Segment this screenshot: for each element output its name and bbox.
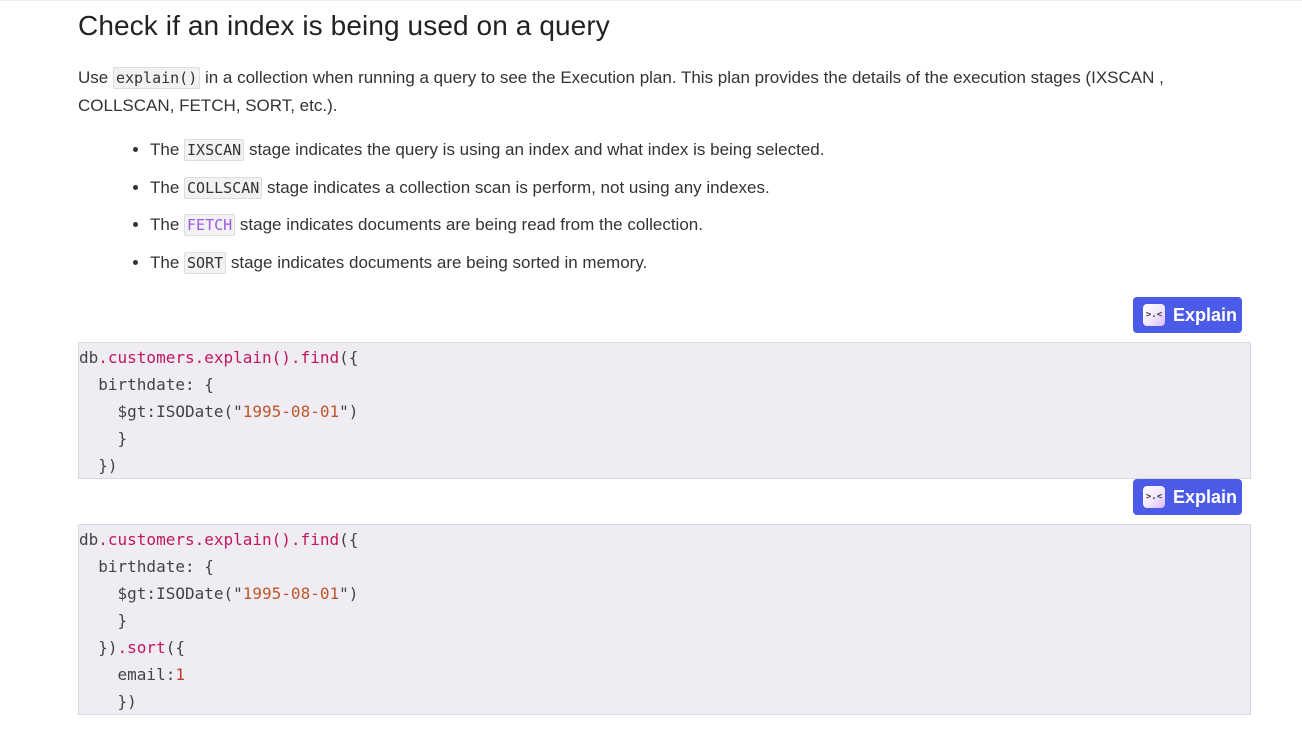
- list-item-text: stage indicates documents are being sort…: [226, 252, 648, 272]
- inline-code-fetch: FETCH: [184, 214, 236, 236]
- list-item-prefix: The: [150, 252, 185, 272]
- code-token-plain: $gt:ISODate(": [79, 584, 243, 603]
- list-item-prefix: The: [150, 177, 185, 197]
- code-token-plain: birthdate: {: [79, 557, 214, 576]
- inline-code-sort: SORT: [184, 251, 227, 274]
- stages-list: The IXSCAN stage indicates the query is …: [128, 136, 824, 286]
- code-line: }): [79, 456, 118, 475]
- code-token-plain: "): [339, 584, 359, 603]
- code-block-2[interactable]: db.customers.explain().find({ birthdate:…: [78, 524, 1251, 715]
- top-divider: [0, 0, 1302, 1]
- intro-text-before: Use: [78, 68, 113, 87]
- code-token-plain: "): [339, 402, 359, 421]
- explain-button-label: Explain: [1173, 486, 1238, 507]
- code-line: birthdate: {: [79, 557, 214, 576]
- code-content: db.customers.explain().find({ birthdate:…: [79, 343, 1250, 479]
- list-item: The COLLSCAN stage indicates a collectio…: [150, 174, 824, 202]
- code-token-string: 1995-08-01: [242, 402, 340, 421]
- code-token-method: .sort: [117, 638, 166, 657]
- face-icon: >.<: [1143, 486, 1165, 508]
- list-item-text: stage indicates a collection scan is per…: [262, 177, 770, 197]
- code-token-plain: }): [79, 692, 137, 711]
- section-heading: Check if an index is being used on a que…: [78, 10, 610, 41]
- code-token-plain: birthdate: {: [79, 375, 214, 394]
- explain-button-label: Explain: [1173, 304, 1238, 325]
- inline-code-ixscan: IXSCAN: [184, 139, 245, 161]
- code-block-1[interactable]: db.customers.explain().find({ birthdate:…: [78, 342, 1251, 479]
- code-line: birthdate: {: [79, 375, 214, 394]
- explain-button-1[interactable]: >.< Explain: [1133, 297, 1242, 333]
- list-item-text: stage indicates the query is using an in…: [244, 140, 825, 159]
- code-token-plain: }: [79, 429, 128, 448]
- face-icon: >.<: [1143, 304, 1165, 326]
- inline-code-collscan: COLLSCAN: [184, 176, 263, 199]
- intro-paragraph: Use explain() in a collection when runni…: [78, 64, 1238, 120]
- list-item-prefix: The: [150, 140, 185, 159]
- list-item: The IXSCAN stage indicates the query is …: [150, 136, 824, 164]
- code-token-string: 1995-08-01: [242, 584, 340, 603]
- code-token-plain: ({: [339, 348, 359, 367]
- code-content: db.customers.explain().find({ birthdate:…: [79, 525, 1250, 715]
- code-line: $gt:ISODate("1995-08-01"): [79, 402, 359, 421]
- code-line: }: [79, 429, 128, 448]
- code-line: }: [79, 611, 128, 630]
- code-token-method: .customers.explain().find: [98, 530, 340, 549]
- code-token-plain: }): [79, 456, 118, 475]
- code-line: db.customers.explain().find({: [79, 348, 358, 367]
- code-token-number: 1: [175, 665, 185, 684]
- code-token-plain: ({: [165, 638, 185, 657]
- code-token-plain: db: [79, 348, 99, 367]
- code-line: }): [79, 692, 137, 711]
- code-token-plain: }): [79, 638, 118, 657]
- code-line: }).sort({: [79, 638, 185, 657]
- code-line: db.customers.explain().find({: [79, 530, 358, 549]
- explain-button-2[interactable]: >.< Explain: [1133, 479, 1242, 515]
- code-token-method: .customers.explain().find: [98, 348, 340, 367]
- code-token-plain: }: [79, 611, 128, 630]
- code-token-plain: db: [79, 530, 99, 549]
- list-item: The FETCH stage indicates documents are …: [150, 211, 824, 239]
- inline-code-explain: explain(): [112, 67, 201, 89]
- list-item-prefix: The: [150, 215, 185, 234]
- code-line: email:1: [79, 665, 185, 684]
- intro-text-after: in a collection when running a query to …: [78, 68, 1164, 115]
- code-token-plain: ({: [339, 530, 359, 549]
- code-token-plain: $gt:ISODate(": [79, 402, 243, 421]
- list-item: The SORT stage indicates documents are b…: [150, 249, 824, 277]
- code-line: $gt:ISODate("1995-08-01"): [79, 584, 359, 603]
- code-token-plain: email:: [79, 665, 176, 684]
- list-item-text: stage indicates documents are being read…: [235, 215, 703, 234]
